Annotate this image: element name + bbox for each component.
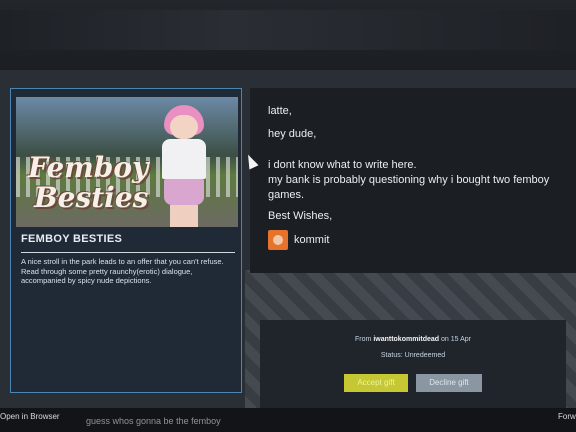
gift-message: latte, hey dude, i dont know what to wri…	[250, 88, 576, 273]
accept-gift-button[interactable]: Accept gift	[344, 374, 408, 392]
gift-from-label: From	[355, 336, 372, 343]
gift-status-label: Status:	[380, 352, 403, 359]
message-line: latte,	[268, 105, 292, 117]
message-line: hey dude,	[268, 128, 317, 140]
game-card[interactable]: Femboy Besties FEMBOY BESTIES A nice str…	[10, 88, 242, 393]
message-line: my bank is probably questioning why i bo…	[268, 174, 550, 201]
bottom-bar: Open in Browser guess whos gonna be the …	[0, 408, 576, 432]
divider	[21, 252, 235, 253]
message-line: i dont know what to write here.	[268, 159, 417, 171]
game-title[interactable]: FEMBOY BESTIES	[21, 233, 122, 245]
gift-panel: From iwanttokommitdead on 15 Apr Status:…	[260, 320, 566, 410]
gift-from-user[interactable]: iwanttokommitdead	[373, 336, 439, 343]
game-capsule-image[interactable]: Femboy Besties	[16, 97, 238, 227]
gift-from: From iwanttokommitdead on 15 Apr	[260, 336, 566, 343]
message-line: Best Wishes,	[268, 210, 333, 222]
character-illustration	[156, 105, 212, 227]
decline-gift-button[interactable]: Decline gift	[416, 374, 482, 392]
message-sender[interactable]: kommit	[268, 230, 558, 250]
avatar[interactable]	[268, 230, 288, 250]
game-logo: Femboy Besties	[28, 151, 149, 214]
chat-preview: guess whos gonna be the femboy	[86, 416, 221, 426]
gift-status: Status: Unredeemed	[260, 352, 566, 359]
gift-date: on 15 Apr	[441, 336, 471, 343]
game-logo-line1: Femboy	[28, 151, 149, 184]
forward-link[interactable]: Forw	[558, 412, 576, 421]
gift-status-value: Unredeemed	[404, 352, 446, 359]
sender-name[interactable]: kommit	[294, 234, 329, 246]
game-description: A nice stroll in the park leads to an of…	[21, 257, 224, 285]
top-strip	[0, 10, 576, 50]
top-bar	[0, 0, 576, 70]
open-in-browser-link[interactable]: Open in Browser	[0, 412, 60, 421]
game-logo-line2: Besties	[34, 181, 149, 214]
